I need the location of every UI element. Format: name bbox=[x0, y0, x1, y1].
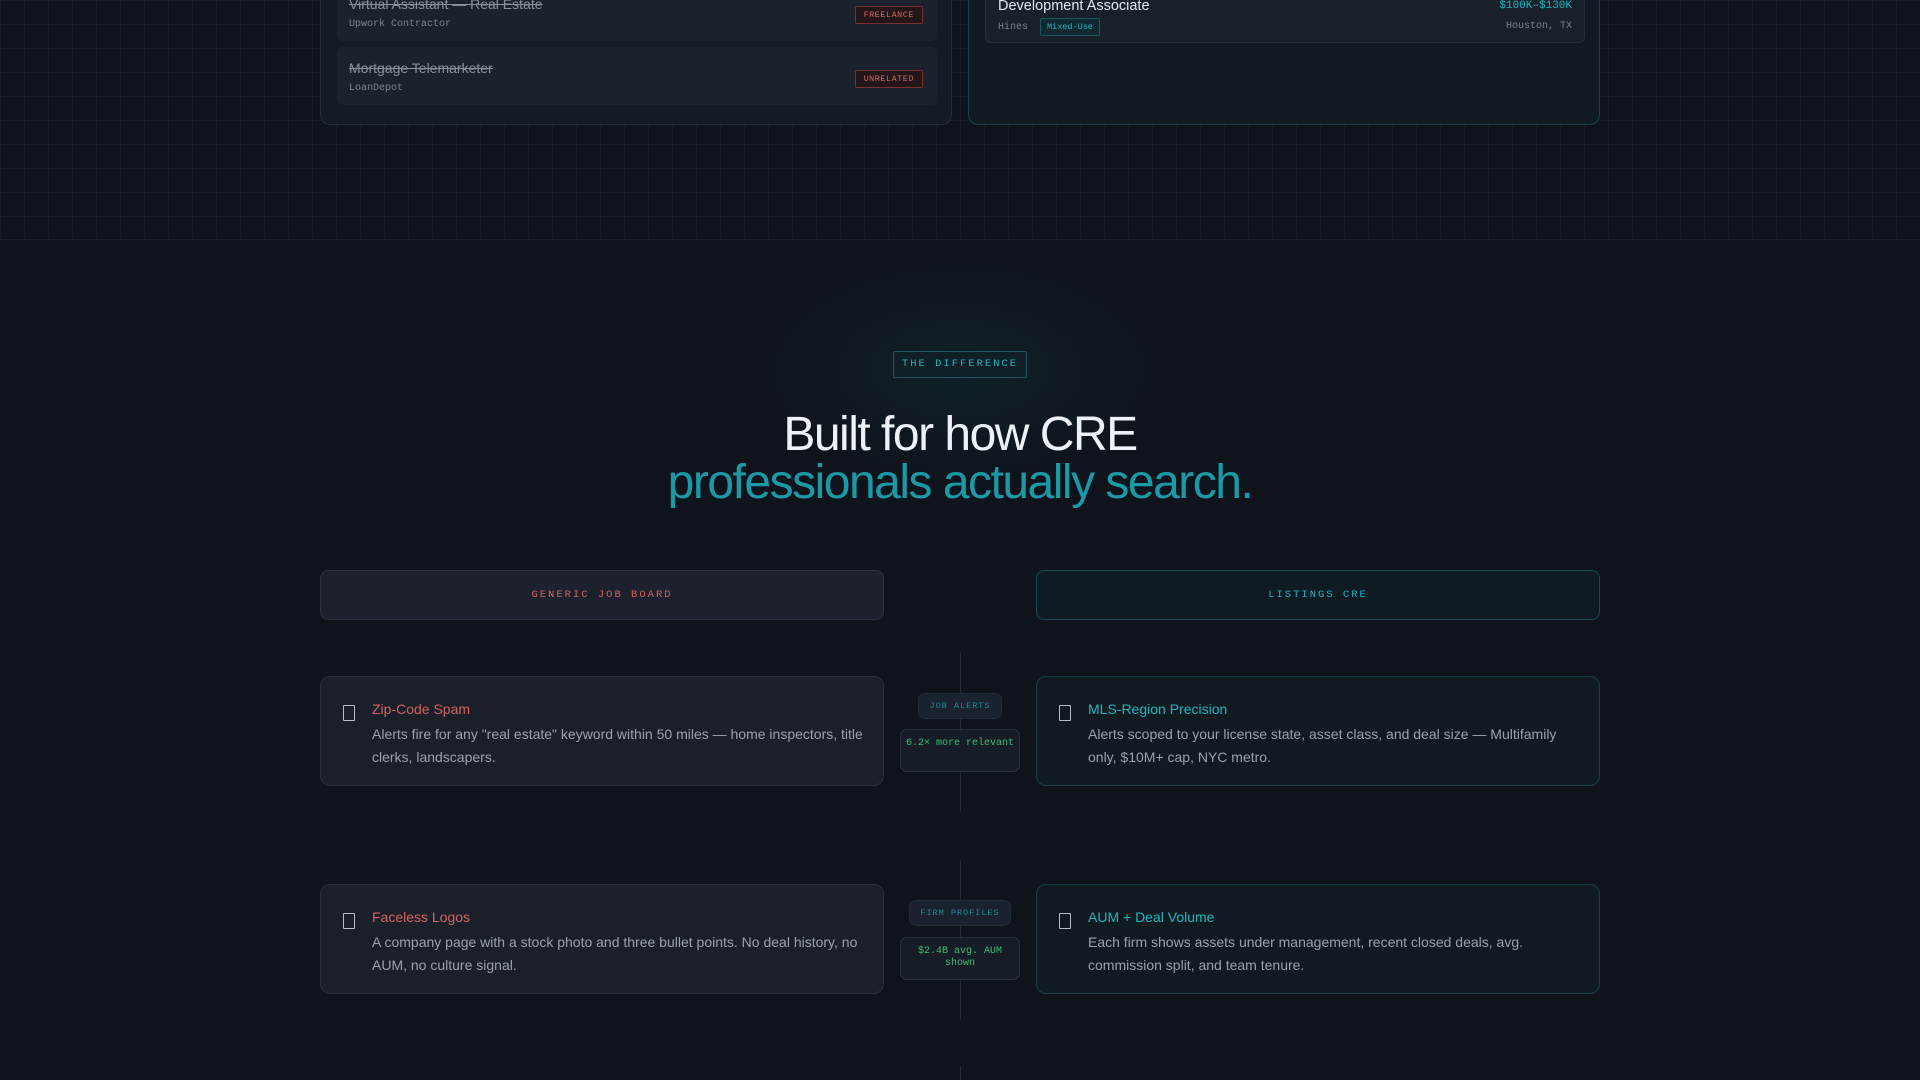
card-description: Alerts fire for any "real estate" keywor… bbox=[372, 726, 863, 765]
card-title: AUM + Deal Volume bbox=[1088, 909, 1215, 925]
card-title: Zip-Code Spam bbox=[372, 701, 471, 717]
salary-range: $100K–$130K bbox=[1499, 0, 1572, 12]
job-location: Houston, TX bbox=[1505, 21, 1572, 32]
job-row[interactable]: Mortgage Telemarketer LoanDepot UNRELATE… bbox=[337, 47, 937, 105]
card-title: Faceless Logos bbox=[372, 909, 471, 925]
stat-badge: $2.4B avg. AUM shown bbox=[900, 937, 1020, 980]
job-row[interactable]: Virtual Assistant — Real Estate Upwork C… bbox=[337, 0, 937, 41]
card-description: Each firm shows assets under management,… bbox=[1088, 934, 1523, 973]
category-pill: JOB ALERTS bbox=[918, 693, 1002, 719]
section-heading-line2: professionals actually search. bbox=[667, 456, 1254, 509]
job-company: LoanDepot bbox=[349, 83, 404, 94]
card-title: MLS-Region Precision bbox=[1088, 701, 1228, 717]
generic-column-header: GENERIC JOB BOARD bbox=[320, 570, 884, 620]
generic-comparison-card: Zip-Code Spam Alerts fire for any "real … bbox=[320, 676, 884, 786]
generic-results-panel: Virtual Assistant — Real Estate Upwork C… bbox=[320, 0, 952, 125]
category-pill: FIRM PROFILES bbox=[909, 900, 1011, 926]
document-icon bbox=[1059, 913, 1071, 929]
unrelated-badge: UNRELATED bbox=[854, 70, 923, 88]
generic-comparison-card: Faceless Logos A company page with a sto… bbox=[320, 884, 884, 994]
stat-badge: 6.2× more relevant bbox=[900, 729, 1020, 772]
grid-background bbox=[0, 0, 1920, 240]
job-title: Virtual Assistant — Real Estate bbox=[349, 0, 543, 12]
section-heading-line1: Built for how CRE bbox=[783, 408, 1138, 461]
job-title: Development Associate bbox=[998, 0, 1150, 14]
document-icon bbox=[1059, 705, 1071, 721]
listings-comparison-card: MLS-Region Precision Alerts scoped to yo… bbox=[1036, 676, 1600, 786]
listings-results-panel: Development Associate Hines Mixed-Use $1… bbox=[968, 0, 1600, 125]
job-title: Mortgage Telemarketer bbox=[349, 60, 493, 76]
job-company: Hines bbox=[998, 22, 1029, 33]
card-description: Alerts scoped to your license state, ass… bbox=[1088, 726, 1557, 765]
document-icon bbox=[343, 705, 355, 721]
connector-line bbox=[960, 1066, 961, 1080]
document-icon bbox=[343, 913, 355, 929]
listings-comparison-card: AUM + Deal Volume Each firm shows assets… bbox=[1036, 884, 1600, 994]
card-description: A company page with a stock photo and th… bbox=[372, 934, 858, 973]
freelance-badge: FREELANCE bbox=[854, 6, 923, 24]
job-row[interactable]: Development Associate Hines Mixed-Use $1… bbox=[985, 0, 1585, 43]
asset-class-tag: Mixed-Use bbox=[1040, 18, 1100, 36]
section-eyebrow: THE DIFFERENCE bbox=[893, 351, 1027, 378]
listings-column-header: LISTINGS CRE bbox=[1036, 570, 1600, 620]
job-company: Upwork Contractor bbox=[349, 19, 452, 30]
